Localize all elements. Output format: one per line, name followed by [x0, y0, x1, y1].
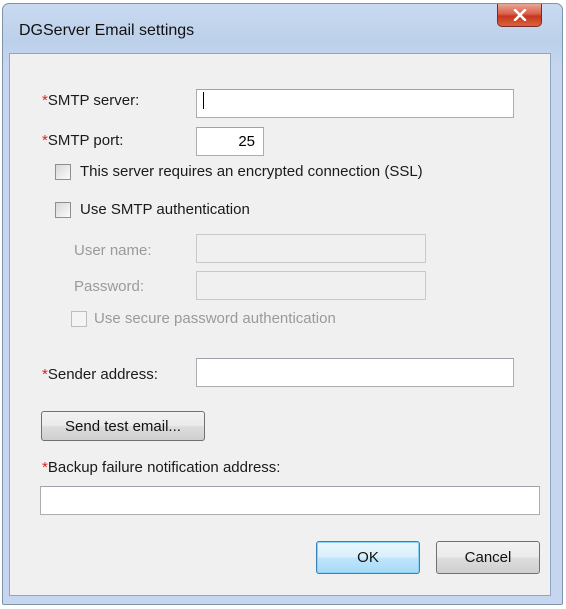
sender-address-input[interactable] — [196, 358, 514, 387]
secure-password-auth-checkbox[interactable] — [71, 311, 87, 327]
close-icon — [513, 9, 526, 21]
cancel-button[interactable]: Cancel — [436, 541, 540, 574]
backup-failure-address-input[interactable] — [40, 486, 540, 515]
smtp-port-input[interactable] — [196, 127, 264, 156]
user-name-input[interactable] — [196, 234, 426, 263]
close-button[interactable] — [497, 4, 542, 27]
send-test-email-button[interactable]: Send test email... — [41, 411, 205, 441]
smtp-auth-checkbox[interactable] — [55, 202, 71, 218]
text-caret — [203, 92, 204, 109]
smtp-server-input[interactable] — [196, 89, 514, 118]
smtp-port-label: *SMTP port: — [42, 132, 124, 149]
ok-button[interactable]: OK — [316, 541, 420, 574]
smtp-server-label: *SMTP server: — [42, 92, 140, 109]
user-name-label: User name: — [74, 242, 152, 259]
password-label: Password: — [74, 278, 145, 295]
ssl-checkbox[interactable] — [55, 164, 71, 180]
ssl-label[interactable]: This server requires an encrypted connec… — [80, 163, 423, 180]
window-title: DGServer Email settings — [19, 22, 195, 39]
secure-password-auth-label: Use secure password authentication — [94, 310, 336, 327]
password-input[interactable] — [196, 271, 426, 300]
backup-failure-label: *Backup failure notification address: — [42, 459, 281, 476]
smtp-auth-label[interactable]: Use SMTP authentication — [80, 201, 250, 218]
sender-address-label: *Sender address: — [42, 366, 158, 383]
